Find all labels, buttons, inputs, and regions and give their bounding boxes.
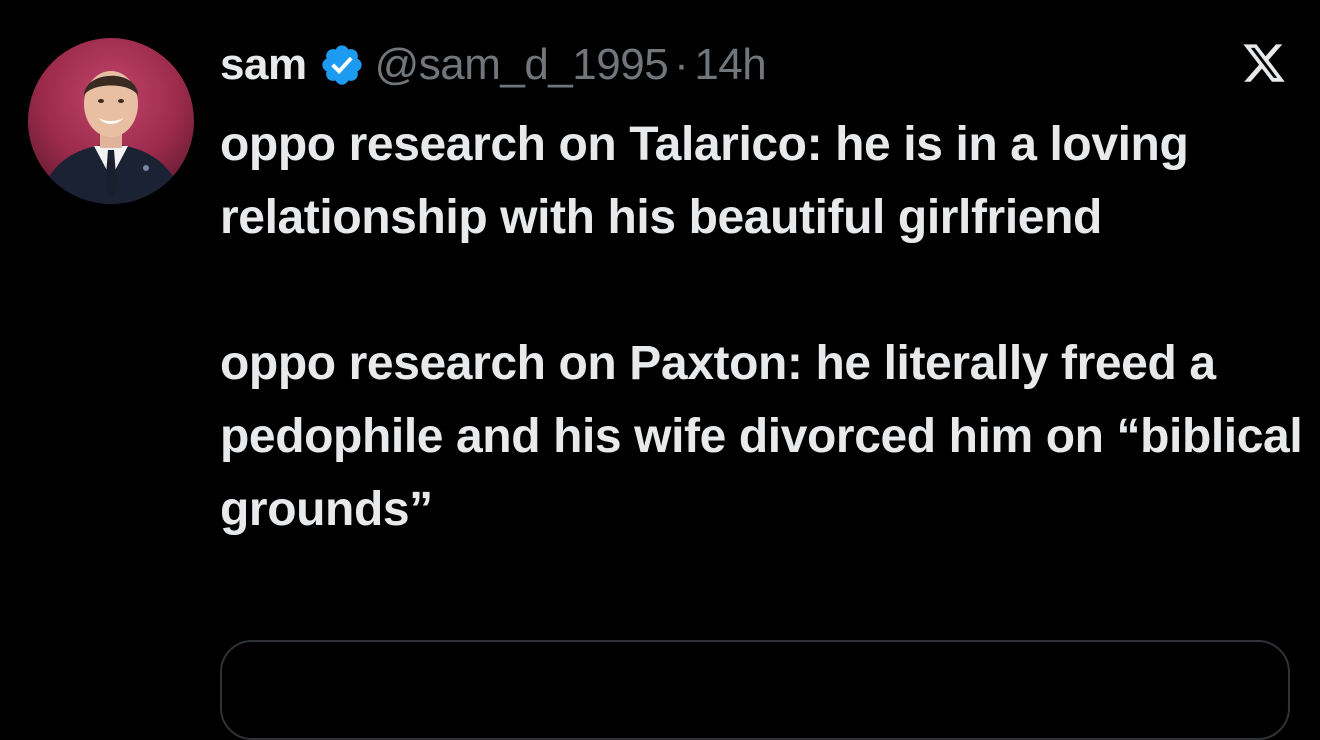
verified-badge-icon[interactable] [319,42,365,88]
author-handle[interactable]: @sam_d_1995 [375,40,669,90]
tweet-paragraph-2: oppo research on Paxton: he literally fr… [220,337,1303,536]
header-separator: · [674,40,689,89]
tweet-header: sam @sam_d_1995 · 14h [220,38,767,92]
avatar[interactable] [28,38,194,204]
tweet-timestamp[interactable]: 14h [694,40,766,90]
tweet[interactable]: sam @sam_d_1995 · 14h oppo research on T… [0,0,1320,740]
author-display-name[interactable]: sam [220,40,307,90]
profile-photo [28,38,194,204]
x-logo-icon[interactable] [1240,40,1288,86]
tweet-paragraph-1: oppo research on Talarico: he is in a lo… [220,118,1189,244]
quoted-card[interactable] [220,640,1290,740]
tweet-body: oppo research on Talarico: he is in a lo… [220,108,1305,546]
